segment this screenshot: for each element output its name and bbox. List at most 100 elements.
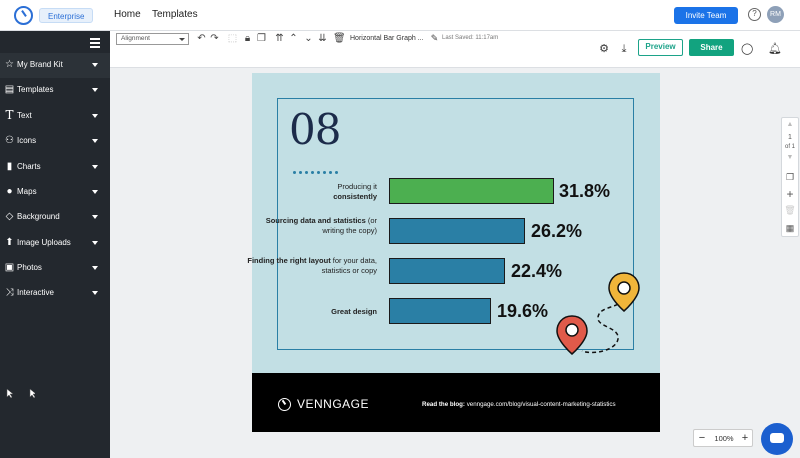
row-label[interactable]: Great design xyxy=(247,307,377,317)
page-up-icon[interactable]: ▲ xyxy=(782,119,798,131)
chevron-down-icon xyxy=(92,266,98,270)
page-down-icon[interactable]: ▼ xyxy=(782,152,798,164)
bucket-icon: ◇ xyxy=(5,211,14,222)
undo-icon[interactable]: ↶ xyxy=(196,33,207,44)
chat-support-icon[interactable] xyxy=(761,423,793,455)
cursor-icons xyxy=(6,388,35,399)
notification-bell-icon[interactable]: 🔔︎ xyxy=(768,43,782,55)
preview-button[interactable]: Preview xyxy=(638,39,683,56)
sidebar-item-label: Icons xyxy=(17,136,37,145)
star-icon: ☆ xyxy=(5,59,14,70)
map-pins-illustration[interactable] xyxy=(552,269,652,359)
zoom-out-button[interactable]: − xyxy=(695,431,709,445)
zoom-in-button[interactable]: + xyxy=(738,431,752,445)
sidebar-item-icons[interactable]: ⚇ Icons xyxy=(0,129,110,154)
settings-icon[interactable]: ⚙ xyxy=(598,43,610,55)
editor-toolbar: Alignment ↶ ↷ ⬚ 🔒︎ ❐ ⇈ ⌃ ⌄ ⇊ 🗑︎ Horizont… xyxy=(110,31,800,68)
bar[interactable] xyxy=(389,178,555,204)
sidebar-item-label: Photos xyxy=(17,263,42,272)
row-label[interactable]: Producing it consistently xyxy=(247,182,377,202)
upload-icon: ⬆ xyxy=(5,237,14,248)
delete-page-icon[interactable]: 🗑︎ xyxy=(782,204,798,216)
enterprise-badge: Enterprise xyxy=(39,8,94,23)
icons-icon: ⚇ xyxy=(5,135,14,146)
sidebar-item-maps[interactable]: ● Maps xyxy=(0,180,110,205)
sidebar-item-label: Charts xyxy=(17,162,41,171)
page-navigator: ▲ 1 of 1 ▼ ❐ + 🗑︎ ▦ xyxy=(781,117,799,237)
footer-brand: VENNGAGE xyxy=(297,397,370,411)
chevron-down-icon xyxy=(92,190,98,194)
chevron-down-icon xyxy=(92,215,98,219)
sidebar-item-label: Maps xyxy=(17,187,37,196)
add-page-icon[interactable]: + xyxy=(782,188,798,200)
nav-home[interactable]: Home xyxy=(114,9,141,20)
sidebar-item-background[interactable]: ◇ Background xyxy=(0,205,110,230)
bar-value[interactable]: 31.8% xyxy=(559,181,610,202)
blog-link-text[interactable]: Read the blog: venngage.com/blog/visual-… xyxy=(422,401,616,408)
zoom-control: − 100% + xyxy=(693,429,753,447)
venngage-logo-icon[interactable] xyxy=(14,6,33,25)
canvas-footer[interactable]: VENNGAGE Read the blog: venngage.com/blo… xyxy=(252,373,660,432)
sidebar-item-charts[interactable]: ▮ Charts xyxy=(0,155,110,180)
bar-value[interactable]: 26.2% xyxy=(531,221,582,242)
sidebar-item-templates[interactable]: ▤ Templates xyxy=(0,78,110,103)
help-icon[interactable]: ? xyxy=(748,8,761,21)
text-icon: T xyxy=(5,108,14,122)
avatar[interactable]: RM xyxy=(767,6,784,23)
bring-to-front-icon[interactable]: ⇈ xyxy=(274,33,285,44)
bar[interactable] xyxy=(389,258,506,284)
templates-icon: ▤ xyxy=(4,84,15,95)
row-label[interactable]: Sourcing data and statistics (or writing… xyxy=(247,216,377,236)
lock-icon[interactable]: 🔒︎ xyxy=(242,33,253,44)
sidebar-item-brand-kit[interactable]: ☆ My Brand Kit xyxy=(0,53,110,78)
send-backward-icon[interactable]: ⌄ xyxy=(303,33,314,44)
bring-forward-icon[interactable]: ⌃ xyxy=(288,33,299,44)
sidebar-item-label: Interactive xyxy=(17,288,54,297)
zoom-level[interactable]: 100% xyxy=(711,434,737,443)
hamburger-menu-icon[interactable] xyxy=(90,38,100,48)
bar[interactable] xyxy=(389,298,491,324)
share-button[interactable]: Share xyxy=(689,39,734,56)
design-canvas[interactable]: 08 Producing it consistently 31.8% Sourci… xyxy=(247,73,660,432)
photo-icon: ▣ xyxy=(4,262,15,273)
bar[interactable] xyxy=(389,218,526,244)
decorative-dots xyxy=(293,161,341,174)
send-to-back-icon[interactable]: ⇊ xyxy=(317,33,328,44)
sidebar-item-image-uploads[interactable]: ⬆ Image Uploads xyxy=(0,231,110,256)
duplicate-page-icon[interactable]: ❐ xyxy=(782,171,798,183)
shuffle-icon: ⤨ xyxy=(5,287,14,298)
venngage-logo-icon xyxy=(278,398,291,411)
copy-icon[interactable]: ❐ xyxy=(256,33,267,44)
download-icon[interactable]: ⤓ xyxy=(618,43,630,55)
redo-icon[interactable]: ↷ xyxy=(209,33,220,44)
chevron-down-icon xyxy=(92,63,98,67)
bar-value[interactable]: 19.6% xyxy=(497,301,548,322)
chevron-down-icon xyxy=(92,88,98,92)
sidebar-item-interactive[interactable]: ⤨ Interactive xyxy=(0,281,110,306)
document-title[interactable]: Horizontal Bar Graph ... xyxy=(350,35,424,42)
last-saved-text: Last Saved: 11:17am xyxy=(442,35,499,41)
chevron-down-icon xyxy=(92,241,98,245)
top-navigation: Enterprise Home Templates Invite Team ? … xyxy=(0,0,800,31)
chevron-down-icon xyxy=(92,291,98,295)
alignment-select[interactable]: Alignment xyxy=(116,33,189,45)
charts-icon: ▮ xyxy=(6,161,13,172)
sidebar-item-label: Text xyxy=(17,111,32,120)
trash-icon[interactable]: 🗑︎ xyxy=(333,33,346,44)
sidebar-item-label: Templates xyxy=(17,85,54,94)
grid-view-icon[interactable]: ▦ xyxy=(782,222,798,234)
invite-team-button[interactable]: Invite Team xyxy=(674,7,738,24)
sidebar: ☆ My Brand Kit ▤ Templates T Text ⚇ Icon… xyxy=(0,31,110,458)
chevron-down-icon xyxy=(92,165,98,169)
comment-icon[interactable]: ◯ xyxy=(741,43,753,55)
globe-icon: ● xyxy=(6,186,13,197)
sidebar-item-label: Background xyxy=(17,212,60,221)
sidebar-item-photos[interactable]: ▣ Photos xyxy=(0,256,110,281)
sidebar-item-label: Image Uploads xyxy=(17,238,71,247)
nav-templates[interactable]: Templates xyxy=(152,9,198,20)
section-number[interactable]: 08 xyxy=(289,105,341,154)
row-label[interactable]: Finding the right layout for your data, … xyxy=(247,256,377,276)
edit-title-icon[interactable]: ✎ xyxy=(429,33,440,44)
group-icon[interactable]: ⬚ xyxy=(227,33,238,44)
sidebar-item-text[interactable]: T Text xyxy=(0,104,110,129)
